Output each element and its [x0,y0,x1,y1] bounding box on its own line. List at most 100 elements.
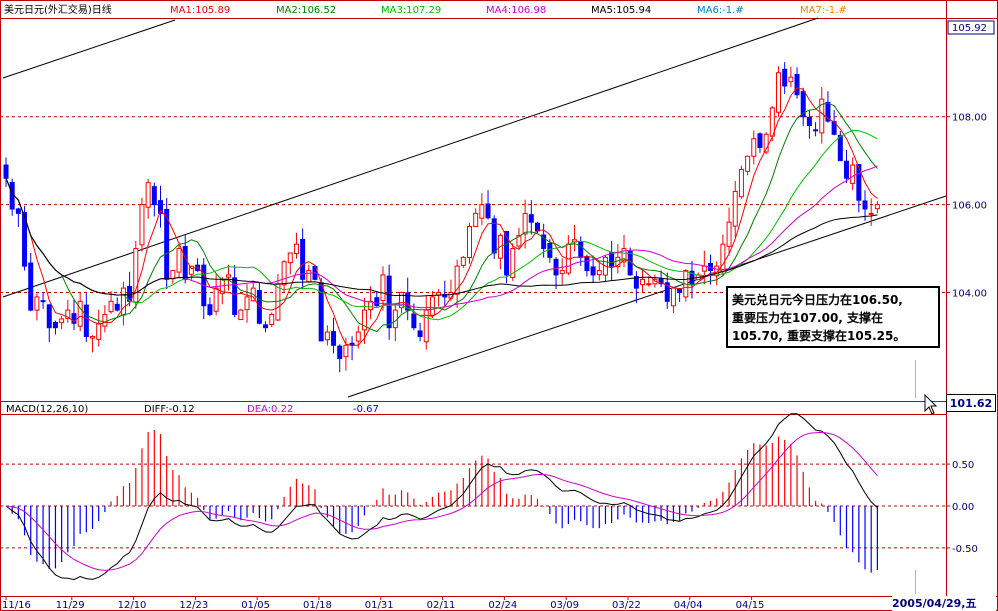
ma-label: MA6:-1.# [697,5,744,16]
candle-body [559,270,565,275]
macd-title: MACD(12,26,10) [6,404,88,415]
candle-body [28,262,34,311]
candle-body [553,258,559,276]
candle-body [738,168,744,198]
candle-body [96,322,102,340]
macd-tick-label: -0.50 [952,544,978,555]
price-top-label: 105.92 [952,23,987,34]
cursor-price-readout: 101.62 [946,394,996,412]
candle-body [145,182,151,208]
candle-body [850,164,856,184]
ma-label: MA4:106.98 [486,5,546,16]
macd-tick-label: 0.50 [952,460,974,471]
candle-body [423,309,429,343]
candle-body [467,226,472,259]
candle-body [843,160,849,179]
price-tick-label: 104.00 [952,289,987,300]
ma-label: MA1:105.89 [170,5,230,16]
macd-value-label: -0.67 [353,404,379,415]
candle-body [114,303,120,311]
candle-body [411,313,417,329]
candle-body [287,252,293,264]
ma-label: MA2:106.52 [276,5,336,16]
candle-body [108,300,114,313]
candle-body [238,309,244,321]
ma-label: MA3:107.29 [381,5,441,16]
candle-body [745,155,751,172]
candle-body [751,138,757,157]
candle-body [102,313,108,327]
date-tick-label: 01/18 [303,600,332,611]
note-line: 105.70, 重要支撑在105.25。 [732,329,906,343]
candle-body [776,72,781,113]
candle-body [15,208,21,214]
candle-body [640,278,646,286]
candle-body [293,243,299,254]
candle-body [757,133,763,148]
candle-body [324,331,330,341]
candle-body [120,287,126,316]
date-tick-label: 01/05 [241,600,270,611]
candle-body [374,297,380,307]
candle-body [726,221,732,247]
candle-body [77,300,83,327]
candle-body [782,68,788,87]
candle-body [504,231,510,276]
chart-title: 美元日元(外汇交易)日线 [4,3,112,16]
candle-body [454,265,460,295]
candle-body [609,252,615,267]
note-line: 重要压力在107.00, 支撑在 [732,311,884,325]
date-tick-label: 01/31 [365,600,394,611]
date-tick-label: 11/16 [2,600,31,611]
note-line: 美元兑日元今日压力在106.50, [732,293,903,307]
candle-body [794,74,800,96]
candle-body [182,246,188,280]
candle-body [813,129,819,132]
candle-body [40,300,46,303]
candle-body [59,318,65,324]
candle-body [596,270,602,276]
candle-body [732,190,738,227]
candle-body [547,242,553,258]
candle-body [170,270,176,280]
price-tick-label: 106.00 [952,201,987,212]
candle-body [788,76,794,83]
candle-body [522,212,528,235]
price-tick-label: 108.00 [952,113,987,124]
date-tick-label: 03/22 [612,600,641,611]
candle-body [213,287,219,312]
candle-body [263,324,269,329]
ma-label: MA5:105.94 [591,5,651,16]
candle-body [646,283,652,286]
candle-body [590,266,596,276]
candle-body [417,330,423,337]
date-tick-label: 02/24 [488,600,517,611]
date-tick-label: 04/04 [674,600,703,611]
candle-body [331,331,337,346]
mouse-cursor-icon [924,394,938,415]
date-tick-label: 12/23 [179,600,208,611]
candle-body [460,256,466,266]
candle-body [479,204,485,219]
macd-tick-label: 0.00 [952,502,974,513]
candle-body [868,212,874,215]
candle-body [337,345,343,359]
candle-body [473,212,479,227]
date-tick-label: 03/09 [550,600,579,611]
diff-label: DIFF:-0.12 [144,404,195,415]
candle-body [355,331,361,342]
candle-body [856,164,862,201]
candle-body [578,241,584,258]
date-tick-label: 04/15 [736,600,765,611]
date-tick-label: 12/10 [118,600,147,611]
candle-body [269,313,275,325]
ma-label: MA7:-1.# [800,5,847,16]
candle-body [244,296,250,311]
candle-body [343,344,349,358]
candle-body [701,265,707,272]
date-tick-label: 11/29 [56,600,85,611]
candle-body [3,164,9,179]
candle-body [429,296,435,316]
analysis-note: 美元兑日元今日压力在106.50, 重要压力在107.00, 支撑在 105.7… [726,286,940,348]
candle-body [380,274,386,302]
